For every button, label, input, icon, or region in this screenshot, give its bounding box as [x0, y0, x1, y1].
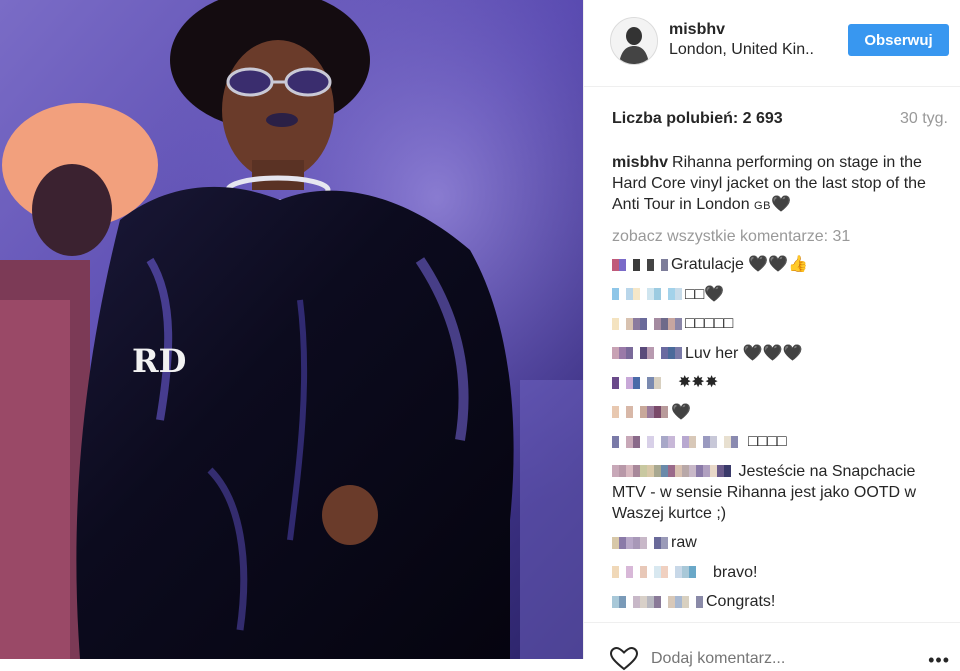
comment-text: bravo! — [713, 563, 758, 581]
post-header: misbhv London, United Kin.. Obserwuj — [584, 0, 960, 87]
pixelated-username[interactable] — [612, 406, 668, 418]
comment-text: Gratulacje 🖤🖤👍 — [671, 256, 809, 273]
comment-item: Gratulacje 🖤🖤👍 — [612, 254, 952, 275]
pixelated-username[interactable] — [612, 376, 675, 389]
svg-text:RD: RD — [132, 342, 186, 380]
pixelated-username[interactable] — [612, 347, 682, 359]
comment-text: 🖤 — [671, 403, 691, 421]
comment-item: 🖤 — [612, 402, 952, 423]
more-options-icon[interactable]: ••• — [928, 650, 950, 671]
comment-item: raw — [612, 532, 952, 553]
post-timestamp[interactable]: 30 tyg. — [900, 110, 948, 128]
pixelated-username[interactable] — [612, 536, 668, 549]
post-viewer: RD misbhv London, United Kin.. Obserwuj … — [0, 0, 960, 671]
likes-count[interactable]: Liczba polubień: 2 693 — [612, 110, 783, 128]
post-photo[interactable]: RD — [0, 0, 583, 659]
comment-text: Luv her 🖤🖤🖤 — [685, 344, 803, 362]
comment-text: □□🖤 — [685, 285, 725, 303]
comment-text: □□□□□ — [685, 315, 734, 332]
comments-list: misbhv Rihanna performing on stage in the… — [612, 152, 952, 621]
like-heart-icon[interactable] — [610, 647, 638, 671]
comment-item: □□□□□ — [612, 313, 952, 334]
view-all-comments-link[interactable]: zobacz wszystkie komentarze: 31 — [612, 226, 952, 247]
comment-text: ✸✸✸ — [678, 374, 719, 391]
comment-text: □□□□ — [748, 433, 787, 450]
comment-item: □□🖤 — [612, 284, 952, 305]
black-heart-icon: 🖤 — [770, 196, 791, 213]
comment-item: □□□□ — [612, 431, 952, 452]
pixelated-username[interactable] — [612, 435, 745, 448]
post-sidebar: misbhv London, United Kin.. Obserwuj Lic… — [583, 0, 960, 671]
comment-text: raw — [671, 534, 697, 551]
gb-flag-icon: GB — [754, 200, 771, 212]
comment-item: Luv her 🖤🖤🖤 — [612, 343, 952, 364]
pixelated-username[interactable] — [612, 258, 668, 271]
post-username[interactable]: misbhv — [669, 21, 725, 39]
pixelated-username[interactable] — [612, 317, 682, 330]
comment-item: Congrats! — [612, 591, 952, 612]
post-caption: misbhv Rihanna performing on stage in the… — [612, 152, 952, 217]
comment-item: Jesteście na Snapchacie MTV - w sensie R… — [612, 461, 952, 524]
post-location[interactable]: London, United Kin.. — [669, 41, 814, 59]
comment-text: Congrats! — [706, 593, 776, 610]
pixelated-username[interactable] — [612, 465, 731, 478]
add-comment-bar: ••• — [584, 622, 960, 671]
pixelated-username[interactable] — [612, 595, 703, 608]
caption-username[interactable]: misbhv — [612, 154, 668, 171]
add-comment-input[interactable] — [651, 650, 871, 668]
follow-button[interactable]: Obserwuj — [848, 24, 949, 56]
comment-item: ✸✸✸ — [612, 372, 952, 393]
avatar[interactable] — [610, 17, 658, 65]
comment-item: bravo! — [612, 562, 952, 583]
pixelated-username[interactable] — [612, 288, 682, 300]
pixelated-username[interactable] — [612, 566, 710, 578]
post-stats: Liczba polubień: 2 693 30 tyg. — [612, 110, 948, 132]
